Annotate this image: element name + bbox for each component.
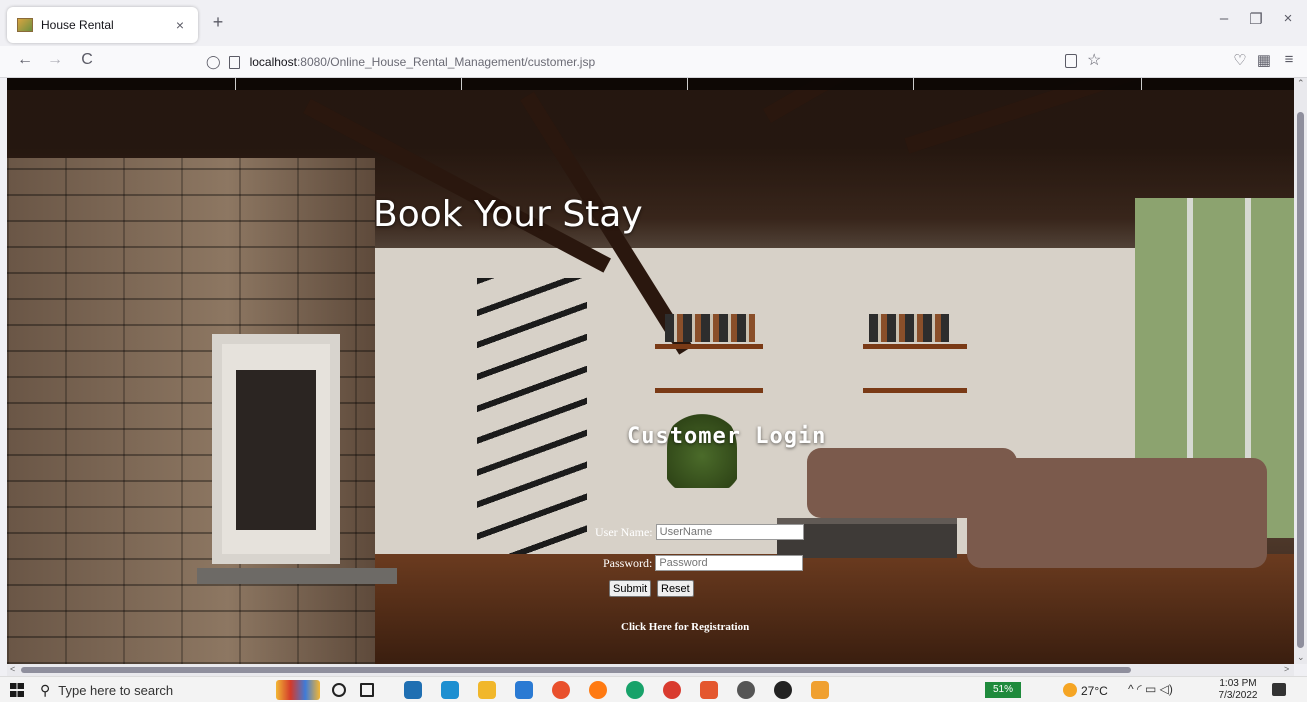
- site-nav-bar: [7, 78, 1294, 90]
- browser-tab[interactable]: House Rental ×: [7, 7, 198, 43]
- search-icon: ⚲: [40, 681, 51, 698]
- system-tray-icons[interactable]: ^ ◜ ▭ ◁): [1128, 682, 1173, 696]
- nav-separator: [1141, 78, 1142, 90]
- news-widget-icon[interactable]: [276, 680, 320, 700]
- menu-icon[interactable]: ≡: [1279, 51, 1299, 68]
- browser-tab-bar: House Rental × + – ❐ ×: [0, 0, 1307, 46]
- hero-title: Book Your Stay: [373, 194, 643, 235]
- browser-toolbar: ← → C ◯ localhost:8080/Online_House_Rent…: [0, 46, 1307, 78]
- horizontal-scroll-thumb[interactable]: [21, 667, 1131, 673]
- l-app-icon[interactable]: [441, 681, 459, 699]
- login-title: Customer Login: [627, 424, 827, 449]
- store-app-icon[interactable]: [515, 681, 533, 699]
- scroll-right-icon[interactable]: >: [1284, 664, 1289, 674]
- scroll-left-icon[interactable]: <: [10, 664, 15, 674]
- taskbar-search-placeholder: Type here to search: [58, 682, 174, 698]
- clock-time: 1:03 PM: [1219, 678, 1257, 689]
- brave-icon[interactable]: [552, 681, 570, 699]
- password-row: Password:: [603, 555, 804, 571]
- page-viewport: Book Your Stay Customer Login User Name:…: [7, 78, 1294, 664]
- background-shelf: [863, 388, 967, 393]
- mail-app-icon[interactable]: [404, 681, 422, 699]
- scroll-up-icon[interactable]: ⌃: [1297, 78, 1305, 89]
- firefox-icon[interactable]: [589, 681, 607, 699]
- new-tab-button[interactable]: +: [207, 12, 229, 33]
- app-hexagon-icon[interactable]: [811, 681, 829, 699]
- chrome-icon[interactable]: [663, 681, 681, 699]
- file-explorer-icon[interactable]: [478, 681, 496, 699]
- edge-icon[interactable]: [626, 681, 644, 699]
- background-books: [869, 314, 949, 342]
- registration-link[interactable]: Click Here for Registration: [621, 621, 749, 633]
- close-window-button[interactable]: ×: [1278, 10, 1298, 27]
- cortana-icon[interactable]: [332, 683, 346, 697]
- task-view-icon[interactable]: [360, 683, 374, 697]
- obs-icon[interactable]: [774, 681, 792, 699]
- username-row: User Name:: [595, 524, 804, 540]
- background-shelf: [655, 344, 763, 349]
- username-input[interactable]: [655, 524, 804, 540]
- background-stairs: [477, 278, 587, 568]
- nav-separator: [235, 78, 236, 90]
- weather-icon[interactable]: [1063, 683, 1077, 697]
- username-label: User Name:: [595, 524, 653, 539]
- scroll-down-icon[interactable]: ⌄: [1297, 652, 1305, 663]
- weather-temp[interactable]: 27°C: [1081, 684, 1108, 698]
- extensions-icon[interactable]: ▦: [1254, 51, 1274, 69]
- page-info-icon[interactable]: [228, 55, 240, 69]
- settings-gear-icon[interactable]: [737, 681, 755, 699]
- background-fireplace: [212, 334, 340, 564]
- url-path: :8080/Online_House_Rental_Management/cus…: [296, 55, 596, 69]
- back-button[interactable]: ←: [14, 51, 36, 69]
- reader-view-icon[interactable]: [1065, 54, 1077, 68]
- background-books: [665, 314, 755, 342]
- url-host: localhost: [249, 55, 297, 69]
- bookmark-star-icon[interactable]: ☆: [1087, 50, 1101, 70]
- password-label: Password:: [603, 555, 653, 570]
- pocket-icon[interactable]: ♡: [1230, 51, 1250, 69]
- taskbar-search[interactable]: ⚲ Type here to search: [40, 679, 255, 701]
- background-table: [777, 518, 957, 558]
- reset-button[interactable]: Reset: [657, 580, 694, 597]
- tab-title: House Rental: [41, 18, 114, 32]
- sublime-icon[interactable]: [700, 681, 718, 699]
- forward-button[interactable]: →: [44, 51, 66, 69]
- fireplace-opening: [236, 370, 316, 530]
- windows-taskbar: ⚲ Type here to search 51% 27°C ^ ◜ ▭ ◁) …: [0, 676, 1307, 702]
- horizontal-scrollbar[interactable]: < >: [7, 664, 1294, 676]
- house-favicon-icon: [17, 18, 33, 32]
- submit-button[interactable]: Submit: [609, 580, 652, 597]
- tracking-shield-icon[interactable]: ◯: [206, 54, 221, 70]
- minimize-button[interactable]: –: [1214, 10, 1234, 27]
- reload-button[interactable]: C: [76, 51, 98, 69]
- notification-icon[interactable]: [1272, 683, 1286, 696]
- nav-separator: [461, 78, 462, 90]
- background-hearth: [197, 568, 397, 584]
- close-tab-icon[interactable]: ×: [172, 17, 188, 33]
- background-sofa: [967, 458, 1267, 568]
- background-shelf: [863, 344, 967, 349]
- nav-separator: [687, 78, 688, 90]
- vertical-scroll-thumb[interactable]: [1297, 112, 1304, 648]
- battery-indicator[interactable]: 51%: [985, 682, 1021, 698]
- nav-separator: [913, 78, 914, 90]
- url-bar[interactable]: ◯ localhost:8080/Online_House_Rental_Man…: [206, 49, 1112, 75]
- clock[interactable]: 1:03 PM 7/3/2022: [1214, 678, 1262, 702]
- windows-start-icon[interactable]: [10, 683, 24, 697]
- background-shelf: [655, 388, 763, 393]
- vertical-scrollbar[interactable]: ⌃ ⌄: [1294, 78, 1307, 664]
- clock-date: 7/3/2022: [1218, 690, 1258, 701]
- password-input[interactable]: [655, 555, 804, 571]
- restore-button[interactable]: ❐: [1246, 10, 1266, 28]
